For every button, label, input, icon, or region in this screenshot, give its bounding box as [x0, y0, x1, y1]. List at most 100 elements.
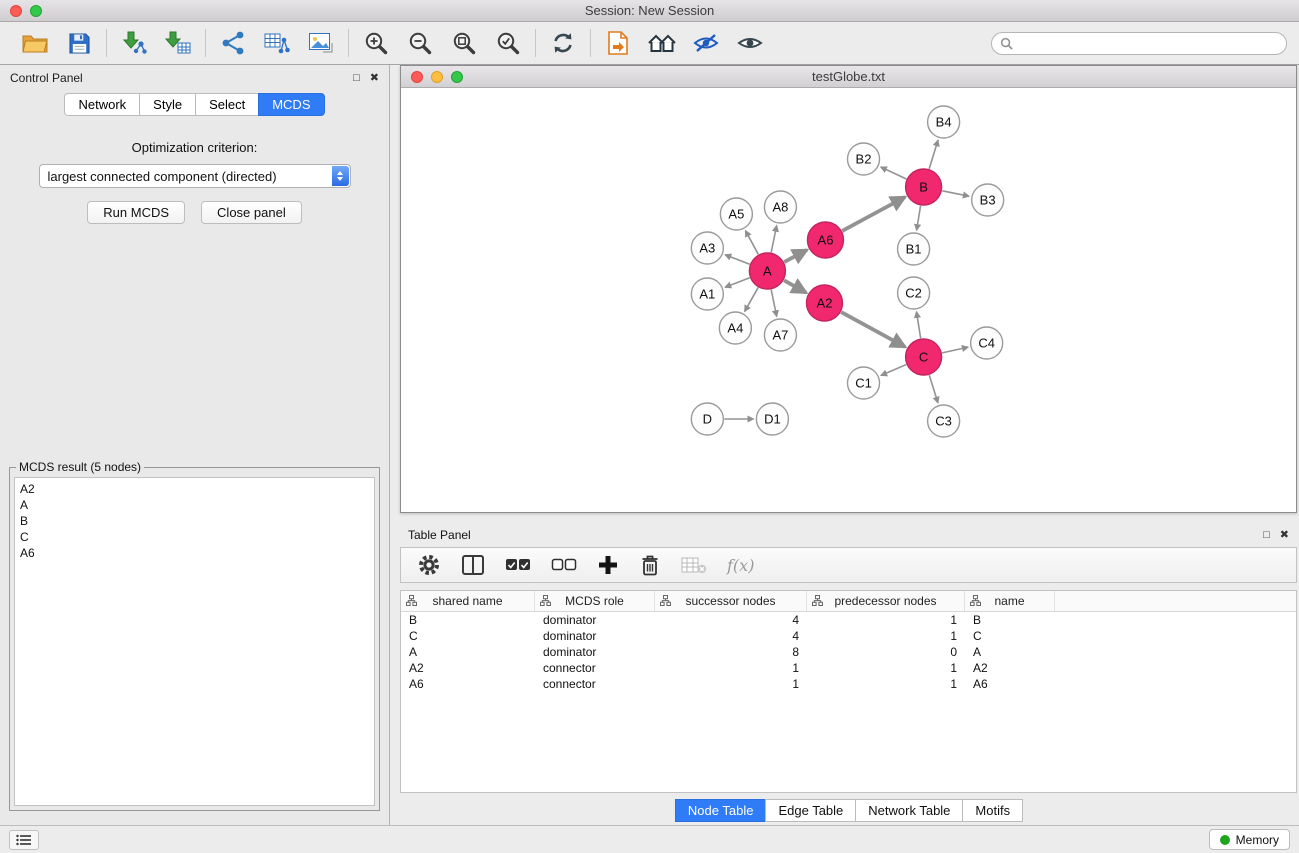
table-tab-motifs[interactable]: Motifs [962, 799, 1023, 822]
delete-row-button[interactable] [639, 554, 661, 577]
graph-node-A8[interactable]: A8 [764, 191, 796, 223]
task-history-button[interactable] [9, 830, 39, 850]
refresh-layout-button[interactable] [548, 28, 578, 58]
table-row[interactable]: Cdominator41C [401, 628, 1296, 644]
unselect-all-button[interactable] [551, 558, 577, 572]
network-table-button[interactable] [262, 28, 292, 58]
graph-node-A7[interactable]: A7 [764, 319, 796, 351]
delete-table-button[interactable] [681, 555, 707, 575]
graph-edge-A-A2[interactable] [784, 280, 806, 292]
new-network-button[interactable] [218, 28, 248, 58]
home-button[interactable] [647, 28, 677, 58]
column-header-shared-name[interactable]: shared name [401, 591, 535, 611]
table-cell[interactable]: 1 [807, 628, 965, 644]
table-cell[interactable]: A6 [965, 676, 1055, 692]
graph-node-C2[interactable]: C2 [898, 277, 930, 309]
table-tab-network-table[interactable]: Network Table [855, 799, 963, 822]
graph-edge-A-A5[interactable] [745, 231, 758, 255]
mcds-result-item[interactable]: A6 [20, 545, 369, 561]
graph-edge-A-A1[interactable] [725, 278, 750, 287]
table-settings-button[interactable] [417, 553, 441, 577]
control-panel-tab-mcds[interactable]: MCDS [258, 93, 324, 116]
graph-node-C1[interactable]: C1 [847, 367, 879, 399]
graph-edge-A-A4[interactable] [745, 288, 758, 312]
table-cell[interactable]: 1 [655, 676, 807, 692]
graph-node-B4[interactable]: B4 [928, 106, 960, 138]
network-graph[interactable]: B4B2BB3A5A8A6B1A3AC2A1A2A4A7C4CC1C3DD1 [401, 88, 1296, 512]
table-body[interactable]: Bdominator41BCdominator41CAdominator80AA… [401, 612, 1296, 792]
graph-node-A2[interactable]: A2 [806, 285, 842, 321]
table-cell[interactable]: C [401, 628, 535, 644]
graph-node-A[interactable]: A [749, 253, 785, 289]
table-cell[interactable]: 8 [655, 644, 807, 660]
export-document-button[interactable] [603, 28, 633, 58]
table-cell[interactable]: A2 [401, 660, 535, 676]
float-table-panel-icon[interactable]: □ [1263, 530, 1270, 541]
graph-node-A3[interactable]: A3 [691, 232, 723, 264]
mcds-result-item[interactable]: B [20, 513, 369, 529]
network-window-titlebar[interactable]: testGlobe.txt [401, 66, 1296, 88]
close-window-button[interactable] [10, 5, 22, 17]
zoom-in-button[interactable] [361, 28, 391, 58]
graph-edge-A-A6[interactable] [784, 250, 807, 262]
table-cell[interactable]: A6 [401, 676, 535, 692]
table-tab-node-table[interactable]: Node Table [675, 799, 767, 822]
table-cell[interactable]: C [965, 628, 1055, 644]
graph-node-B2[interactable]: B2 [847, 143, 879, 175]
run-mcds-button[interactable]: Run MCDS [87, 201, 185, 224]
network-image-button[interactable] [306, 28, 336, 58]
table-tab-edge-table[interactable]: Edge Table [765, 799, 856, 822]
network-minimize-button[interactable] [431, 71, 443, 83]
graph-edge-A-A7[interactable] [771, 290, 776, 317]
graph-node-A5[interactable]: A5 [720, 198, 752, 230]
graph-node-C4[interactable]: C4 [971, 327, 1003, 359]
zoom-window-button[interactable] [30, 5, 42, 17]
table-cell[interactable]: dominator [535, 644, 655, 660]
graph-node-D[interactable]: D [691, 403, 723, 435]
graph-node-C[interactable]: C [906, 339, 942, 375]
column-header-predecessor-nodes[interactable]: predecessor nodes [807, 591, 965, 611]
search-input[interactable] [1018, 36, 1278, 50]
graph-node-B3[interactable]: B3 [972, 184, 1004, 216]
table-row[interactable]: Bdominator41B [401, 612, 1296, 628]
table-cell[interactable]: dominator [535, 628, 655, 644]
table-cell[interactable]: A [965, 644, 1055, 660]
graph-edge-C-C2[interactable] [917, 312, 921, 338]
table-cell[interactable]: A [401, 644, 535, 660]
graph-node-B1[interactable]: B1 [898, 233, 930, 265]
float-panel-icon[interactable]: □ [353, 73, 360, 84]
network-close-button[interactable] [411, 71, 423, 83]
graph-edge-B-B4[interactable] [929, 140, 938, 169]
search-box[interactable] [991, 32, 1287, 55]
table-row[interactable]: A2connector11A2 [401, 660, 1296, 676]
table-row[interactable]: A6connector11A6 [401, 676, 1296, 692]
close-panel-icon[interactable]: ✖ [370, 73, 379, 84]
table-cell[interactable]: connector [535, 676, 655, 692]
graph-edge-A-A8[interactable] [771, 226, 776, 253]
table-cell[interactable]: 4 [655, 628, 807, 644]
add-row-button[interactable] [597, 554, 619, 576]
column-header-MCDS-role[interactable]: MCDS role [535, 591, 655, 611]
graph-node-D1[interactable]: D1 [756, 403, 788, 435]
graph-edge-C-C3[interactable] [929, 375, 938, 403]
column-header-name[interactable]: name [965, 591, 1055, 611]
graph-node-C3[interactable]: C3 [928, 405, 960, 437]
table-cell[interactable]: 1 [807, 676, 965, 692]
mcds-result-item[interactable]: A2 [20, 481, 369, 497]
table-cell[interactable]: 1 [807, 612, 965, 628]
graph-edge-A2-C[interactable] [841, 312, 905, 347]
show-details-button[interactable] [735, 28, 765, 58]
graph-node-A1[interactable]: A1 [691, 278, 723, 310]
mcds-result-list[interactable]: A2ABCA6 [14, 477, 375, 806]
graph-edge-A6-B[interactable] [842, 197, 905, 231]
zoom-out-button[interactable] [405, 28, 435, 58]
graph-edge-B-B2[interactable] [881, 167, 907, 179]
import-network-button[interactable] [119, 28, 149, 58]
control-panel-tab-style[interactable]: Style [139, 93, 195, 116]
titlebar[interactable]: Session: New Session [0, 0, 1299, 22]
table-cell[interactable]: dominator [535, 612, 655, 628]
graph-edge-B-B1[interactable] [917, 206, 921, 230]
column-header-successor-nodes[interactable]: successor nodes [655, 591, 807, 611]
hide-details-button[interactable] [691, 28, 721, 58]
mcds-result-item[interactable]: C [20, 529, 369, 545]
